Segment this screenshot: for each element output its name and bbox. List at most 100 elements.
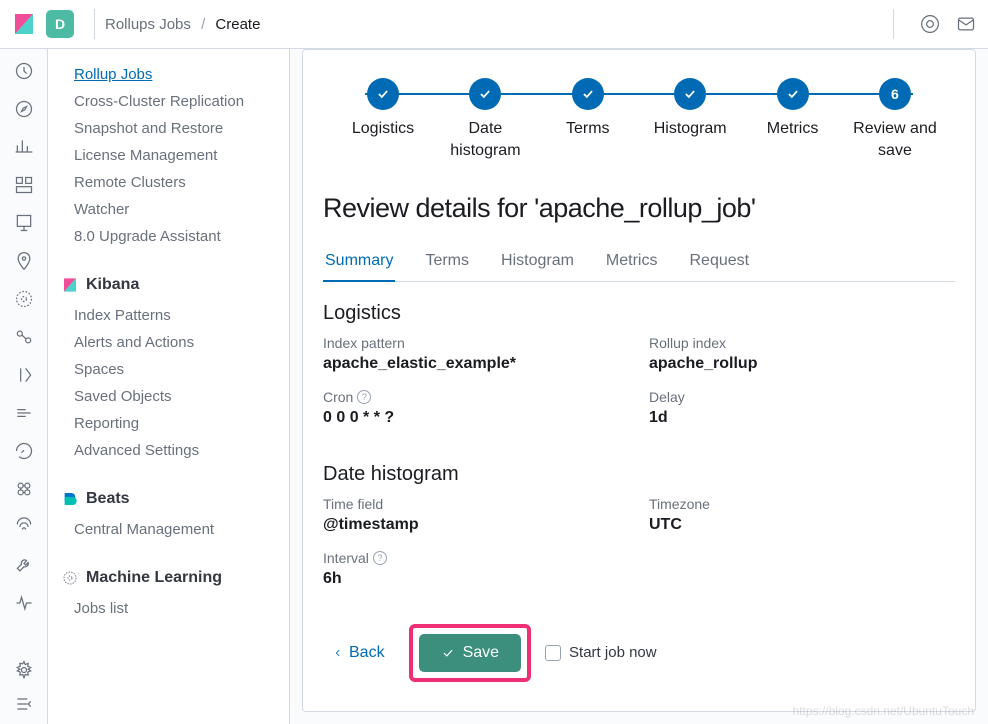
step-terms[interactable]: Terms: [538, 78, 638, 140]
back-button-label: Back: [349, 644, 385, 662]
sidebar-item-reporting[interactable]: Reporting: [62, 410, 277, 437]
header-divider: [94, 9, 95, 39]
step-circle-done: [777, 78, 809, 110]
step-label: Histogram: [654, 118, 727, 140]
sidebar-item-snapshot-restore[interactable]: Snapshot and Restore: [62, 115, 277, 142]
field-value: apache_elastic_example*: [323, 355, 629, 373]
step-review-save[interactable]: 6 Review and save: [845, 78, 945, 163]
step-label: Terms: [566, 118, 610, 140]
beats-icon: [62, 491, 78, 507]
ml-icon: [62, 570, 78, 586]
help-icon[interactable]: ?: [357, 390, 371, 404]
nav-apm-icon[interactable]: [14, 403, 34, 423]
field-interval: Interval? 6h: [323, 550, 629, 588]
field-value: apache_rollup: [649, 355, 955, 373]
nav-devtools-icon[interactable]: [14, 555, 34, 575]
step-circle-done: [367, 78, 399, 110]
breadcrumb-parent[interactable]: Rollups Jobs: [105, 16, 191, 33]
nav-uptime-icon[interactable]: [14, 441, 34, 461]
section-dh-title: Date histogram: [323, 463, 955, 486]
step-label: Review and save: [845, 118, 945, 163]
breadcrumb-current: Create: [215, 16, 260, 33]
field-timezone: Timezone UTC: [649, 496, 955, 534]
step-date-histogram[interactable]: Date histogram: [435, 78, 535, 163]
sidebar-item-upgrade-assistant[interactable]: 8.0 Upgrade Assistant: [62, 223, 277, 250]
sidebar-item-license[interactable]: License Management: [62, 142, 277, 169]
step-metrics[interactable]: Metrics: [743, 78, 843, 140]
back-button[interactable]: Back: [323, 636, 395, 670]
help-icon[interactable]: ?: [373, 551, 387, 565]
kibana-icon: [62, 277, 78, 293]
sidebar-item-jobs-list[interactable]: Jobs list: [62, 595, 277, 622]
save-button-highlight: Save: [409, 624, 531, 682]
step-label: Date histogram: [435, 118, 535, 163]
start-job-checkbox-row[interactable]: Start job now: [545, 644, 657, 661]
start-job-checkbox[interactable]: [545, 645, 561, 661]
review-tabs: Summary Terms Histogram Metrics Request: [323, 242, 955, 282]
app-header: D Rollups Jobs / Create: [0, 0, 988, 49]
nav-maps-icon[interactable]: [14, 251, 34, 271]
step-circle-done: [469, 78, 501, 110]
sidebar-item-index-patterns[interactable]: Index Patterns: [62, 302, 277, 329]
nav-logs-icon[interactable]: [14, 365, 34, 385]
field-label: Cron?: [323, 389, 629, 405]
nav-monitoring-icon[interactable]: [14, 593, 34, 613]
nav-ml-icon[interactable]: [14, 289, 34, 309]
kibana-logo-icon: [12, 12, 36, 36]
nav-dashboard-icon[interactable]: [14, 175, 34, 195]
management-sidebar: Rollup Jobs Cross-Cluster Replication Sn…: [48, 49, 290, 724]
field-cron: Cron? 0 0 0 * * ?: [323, 389, 629, 427]
nav-collapse-icon[interactable]: [14, 694, 34, 714]
nav-management-icon[interactable]: [14, 660, 34, 680]
field-value: 1d: [649, 409, 955, 427]
sidebar-section-beats-label: Beats: [86, 490, 130, 508]
wizard-steps: Logistics Date histogram Terms Histogram…: [333, 78, 945, 163]
field-index-pattern: Index pattern apache_elastic_example*: [323, 335, 629, 373]
tab-terms[interactable]: Terms: [423, 242, 471, 281]
breadcrumb: Rollups Jobs / Create: [105, 16, 260, 33]
nav-metrics-icon[interactable]: [14, 327, 34, 347]
field-label: Index pattern: [323, 335, 629, 351]
sidebar-item-spaces[interactable]: Spaces: [62, 356, 277, 383]
wizard-footer: Back Save Start job now: [323, 624, 955, 682]
sidebar-item-advanced-settings[interactable]: Advanced Settings: [62, 437, 277, 464]
tab-request[interactable]: Request: [687, 242, 751, 281]
help-icon[interactable]: [920, 14, 940, 34]
sidebar-item-remote-clusters[interactable]: Remote Clusters: [62, 169, 277, 196]
section-logistics-title: Logistics: [323, 302, 955, 325]
step-circle-done: [572, 78, 604, 110]
field-time-field: Time field @timestamp: [323, 496, 629, 534]
step-label: Metrics: [767, 118, 819, 140]
sidebar-item-ccr[interactable]: Cross-Cluster Replication: [62, 88, 277, 115]
field-value: @timestamp: [323, 516, 629, 534]
nav-siem-icon[interactable]: [14, 479, 34, 499]
field-value: 0 0 0 * * ?: [323, 409, 629, 427]
step-label: Logistics: [352, 118, 414, 140]
sidebar-section-beats: Beats: [62, 490, 277, 508]
field-rollup-index: Rollup index apache_rollup: [649, 335, 955, 373]
chevron-left-icon: [333, 646, 343, 660]
tab-histogram[interactable]: Histogram: [499, 242, 576, 281]
sidebar-item-saved-objects[interactable]: Saved Objects: [62, 383, 277, 410]
field-label: Delay: [649, 389, 955, 405]
space-selector[interactable]: D: [46, 10, 74, 38]
main-content: Logistics Date histogram Terms Histogram…: [290, 49, 988, 724]
sidebar-item-central-management[interactable]: Central Management: [62, 516, 277, 543]
sidebar-item-watcher[interactable]: Watcher: [62, 196, 277, 223]
nav-recently-viewed-icon[interactable]: [14, 61, 34, 81]
space-letter: D: [55, 16, 65, 32]
nav-canvas-icon[interactable]: [14, 213, 34, 233]
nav-discover-icon[interactable]: [14, 99, 34, 119]
sidebar-item-rollup-jobs[interactable]: Rollup Jobs: [62, 61, 277, 88]
step-histogram[interactable]: Histogram: [640, 78, 740, 140]
nav-endpoint-icon[interactable]: [14, 517, 34, 537]
tab-metrics[interactable]: Metrics: [604, 242, 660, 281]
save-button[interactable]: Save: [419, 634, 521, 672]
nav-visualize-icon[interactable]: [14, 137, 34, 157]
sidebar-item-alerts-actions[interactable]: Alerts and Actions: [62, 329, 277, 356]
tab-summary[interactable]: Summary: [323, 242, 395, 282]
start-job-label: Start job now: [569, 644, 657, 661]
newsfeed-icon[interactable]: [956, 14, 976, 34]
step-logistics[interactable]: Logistics: [333, 78, 433, 140]
check-icon: [441, 646, 455, 660]
